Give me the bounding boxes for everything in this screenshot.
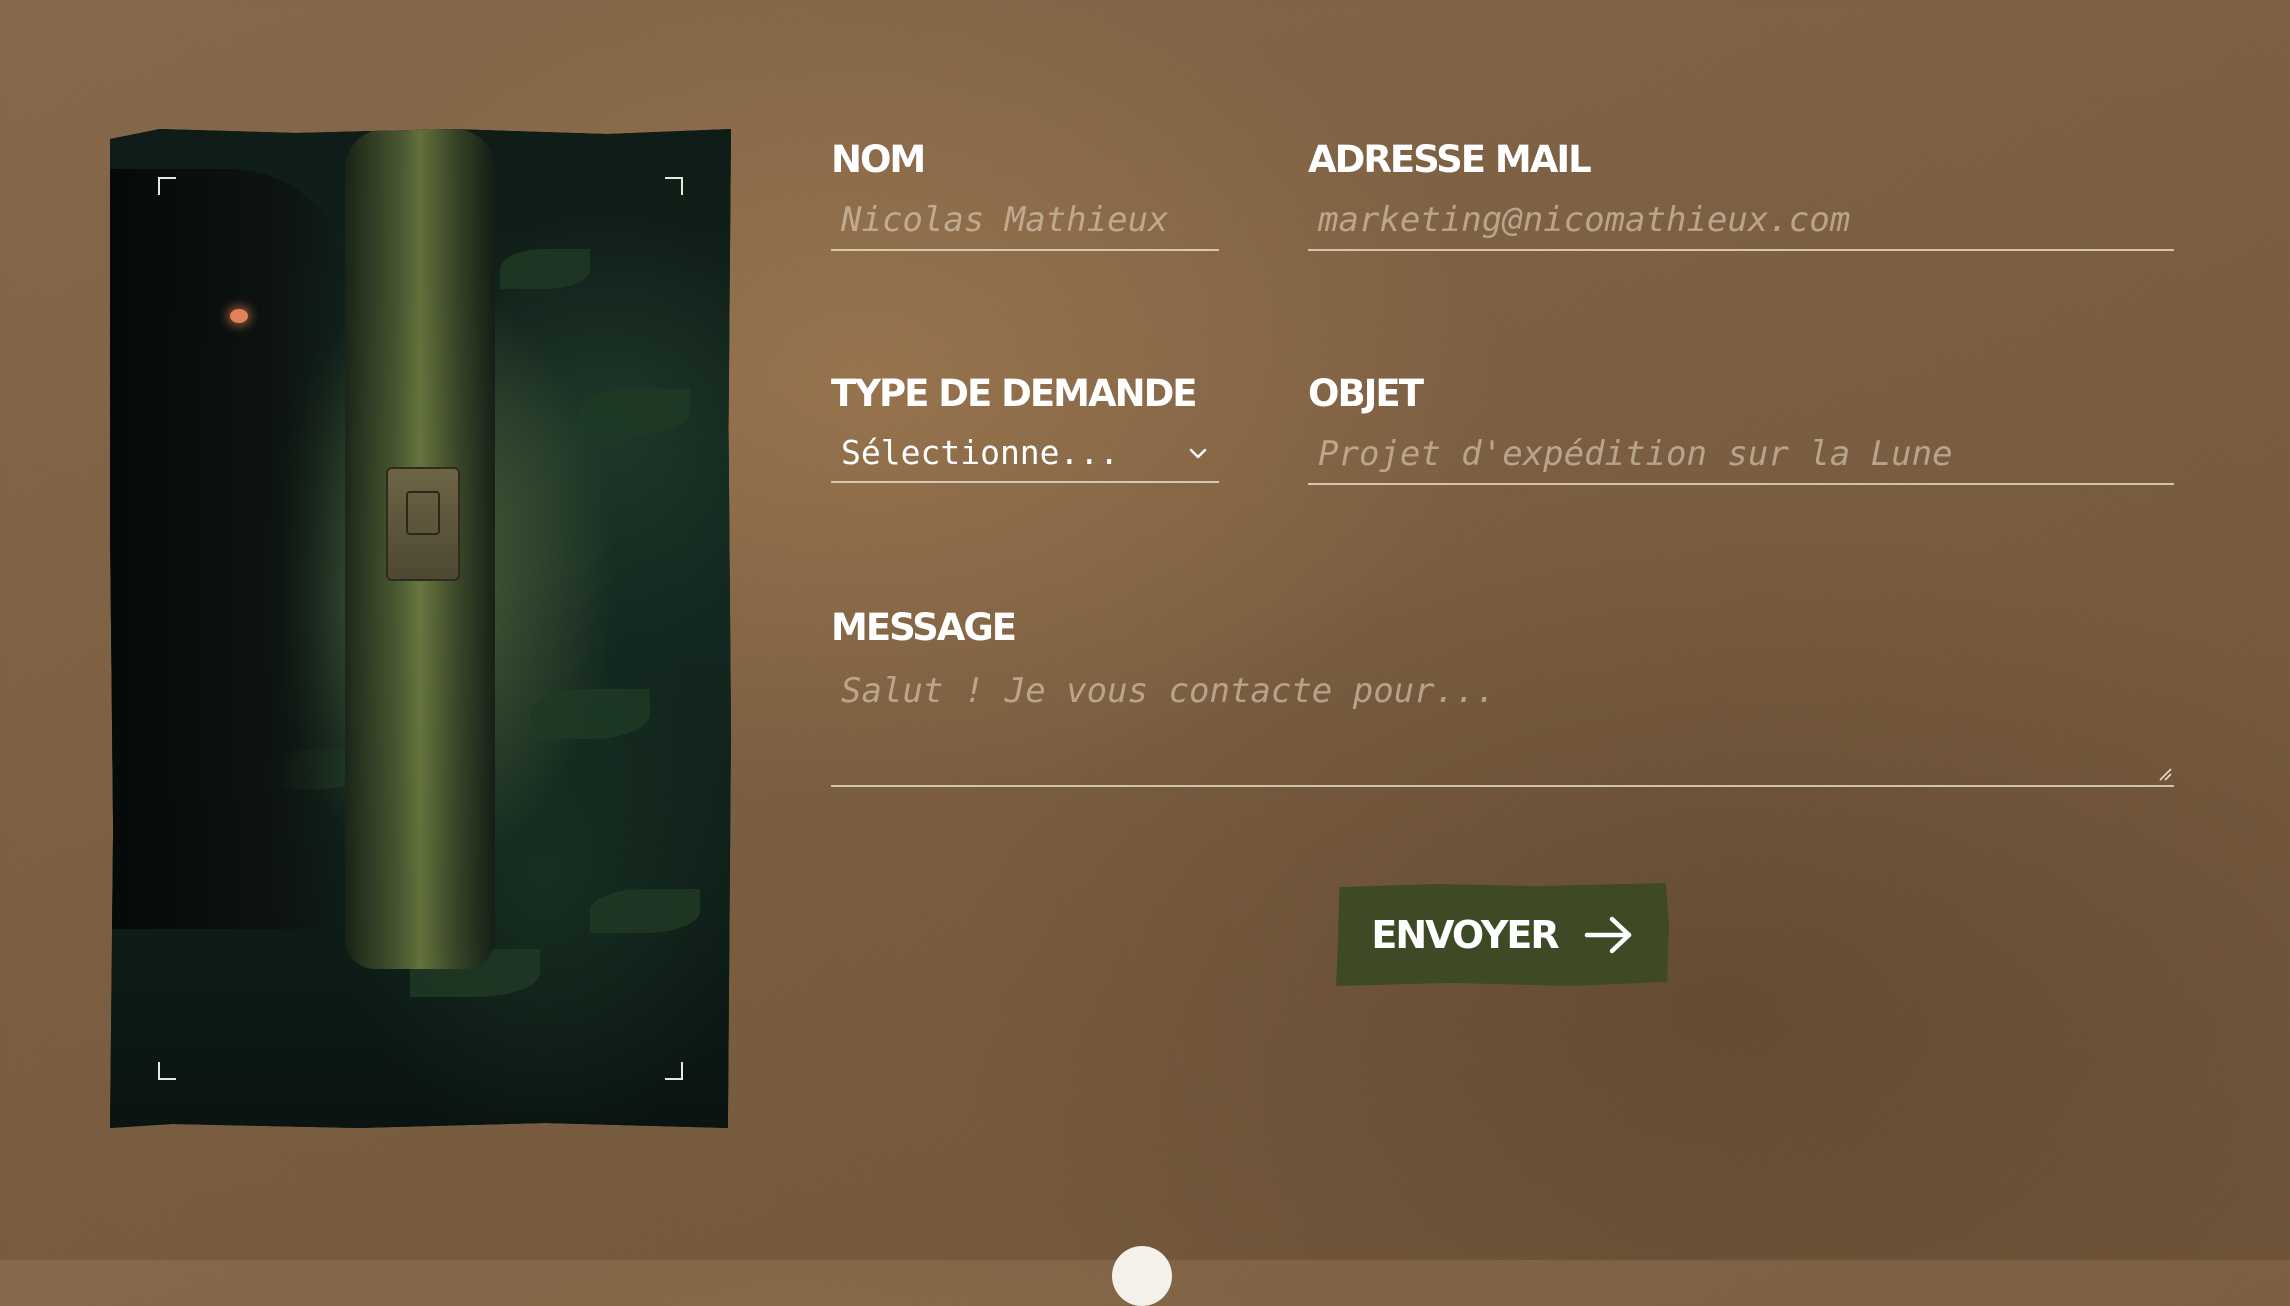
- subject-input[interactable]: Projet d'expédition sur la Lune: [1308, 425, 2174, 485]
- leaf: [590, 889, 700, 933]
- send-button[interactable]: ENVOYER: [1336, 883, 1669, 986]
- forest-trail-camera-photo: [110, 129, 731, 1128]
- send-button-label: ENVOYER: [1371, 912, 1559, 957]
- request-type-field-group: TYPE DE DEMANDE Sélectionne...: [831, 375, 1219, 500]
- message-textarea[interactable]: Salut ! Je vous contacte pour...: [831, 659, 2174, 787]
- frame-corner-icon: [158, 177, 176, 195]
- frame-corner-icon: [665, 177, 683, 195]
- message-field-group: MESSAGE Salut ! Je vous contacte pour...: [831, 609, 2174, 789]
- name-input[interactable]: Nicolas Mathieux: [831, 191, 1219, 251]
- request-type-select[interactable]: Sélectionne...: [831, 423, 1219, 483]
- trail-camera: [386, 467, 460, 581]
- frame-corner-icon: [665, 1062, 683, 1080]
- subject-field-group: OBJET Projet d'expédition sur la Lune: [1308, 375, 2174, 505]
- email-label: ADRESSE MAIL: [1308, 138, 1592, 181]
- frame-corner-icon: [158, 1062, 176, 1080]
- email-field-group: ADRESSE MAIL marketing@nicomathieux.com: [1308, 141, 2174, 271]
- leaf: [530, 689, 650, 739]
- subject-label: OBJET: [1308, 372, 1424, 415]
- scroll-indicator[interactable]: [1112, 1246, 1172, 1306]
- headlamp-glow: [230, 309, 248, 323]
- message-label: MESSAGE: [831, 606, 1017, 649]
- name-label: NOM: [831, 138, 926, 181]
- arrow-right-icon: [1584, 916, 1631, 953]
- name-field-group: NOM Nicolas Mathieux: [831, 141, 1219, 271]
- email-input[interactable]: marketing@nicomathieux.com: [1308, 191, 2174, 251]
- message-placeholder: Salut ! Je vous contacte pour...: [841, 671, 1497, 711]
- leaf: [500, 249, 590, 289]
- request-type-label: TYPE DE DEMANDE: [831, 372, 1198, 415]
- leaf: [580, 389, 690, 434]
- resize-grip-icon[interactable]: [2158, 767, 2172, 781]
- person-silhouette: [110, 169, 350, 929]
- chevron-down-icon: [1189, 448, 1207, 459]
- request-type-selected-value: Sélectionne...: [841, 432, 1120, 472]
